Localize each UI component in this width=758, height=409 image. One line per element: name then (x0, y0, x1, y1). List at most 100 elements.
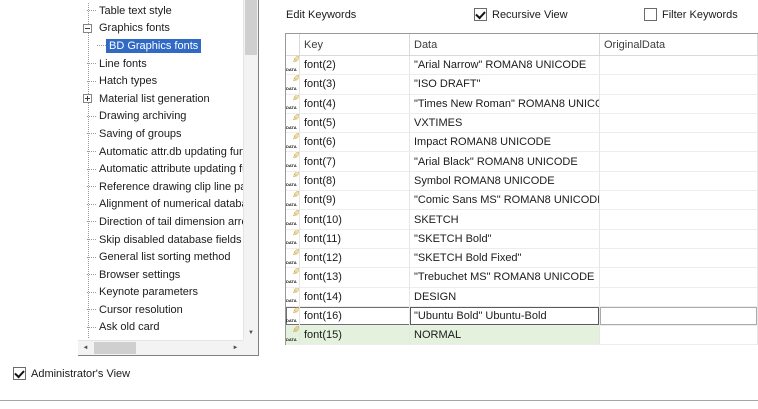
tree-item-label[interactable]: Alignment of numerical databas (96, 197, 243, 211)
row-icon-cell[interactable]: DATA ✎ (286, 326, 300, 345)
tree-item[interactable]: Automatic attribute updating fu (78, 160, 243, 178)
tree-item[interactable]: Cursor resolution (78, 301, 243, 319)
scroll-down-button[interactable]: ▼ (244, 325, 258, 340)
column-header-data[interactable]: Data (410, 34, 600, 56)
tree-item[interactable]: Alignment of numerical databas (78, 196, 243, 214)
tree-item-label[interactable]: Hatch types (96, 74, 160, 88)
data-cell[interactable]: "Ubuntu Bold" Ubuntu-Bold (410, 307, 600, 326)
row-icon-cell[interactable]: DATA ✎ (286, 56, 300, 75)
tree-twisty[interactable] (82, 319, 96, 337)
tree-item[interactable]: Graphics fonts (78, 20, 243, 38)
row-icon-cell[interactable]: DATA ✎ (286, 191, 300, 210)
row-icon-cell[interactable]: DATA ✎ (286, 307, 300, 326)
table-row[interactable]: DATA ✎ font(7) "Arial Black" ROMAN8 UNIC… (286, 152, 758, 171)
tree-item[interactable]: Saving of groups (78, 125, 243, 143)
tree-twisty[interactable] (82, 2, 96, 20)
administrators-view-row[interactable]: Administrator's View (13, 367, 130, 380)
tree-item-label[interactable]: Cursor resolution (96, 303, 186, 317)
edit-data-icon[interactable]: DATA ✎ (286, 251, 299, 266)
table-row[interactable]: DATA ✎ font(2) "Arial Narrow" ROMAN8 UNI… (286, 56, 758, 75)
data-cell[interactable]: Impact ROMAN8 UNICODE (410, 133, 600, 152)
key-cell[interactable]: font(11) (300, 230, 410, 249)
edit-data-icon[interactable]: DATA ✎ (286, 270, 299, 285)
table-row[interactable]: DATA ✎ font(3) "ISO DRAFT" (286, 75, 758, 94)
data-cell[interactable]: NORMAL (410, 326, 600, 345)
edit-data-icon[interactable]: DATA ✎ (286, 96, 299, 111)
tree-twisty[interactable] (82, 108, 96, 126)
edit-data-icon[interactable]: DATA ✎ (286, 212, 299, 227)
tree-item-label[interactable]: Drawing archiving (96, 109, 189, 123)
key-cell[interactable]: font(5) (300, 114, 410, 133)
tree-item[interactable]: Reference drawing clip line para (78, 178, 243, 196)
edit-data-icon[interactable]: DATA ✎ (286, 309, 299, 324)
tree-item-label[interactable]: Saving of groups (96, 127, 185, 141)
originaldata-cell[interactable] (600, 268, 758, 287)
tree-item-label[interactable]: Skip disabled database fields (96, 233, 243, 247)
originaldata-cell[interactable] (600, 172, 758, 191)
table-row[interactable]: DATA ✎ font(8) Symbol ROMAN8 UNICODE (286, 172, 758, 191)
originaldata-cell[interactable] (600, 230, 758, 249)
tree-twisty[interactable] (82, 55, 96, 73)
row-icon-cell[interactable]: DATA ✎ (286, 114, 300, 133)
recursive-view-row[interactable]: Recursive View (474, 8, 568, 21)
data-cell[interactable]: "Arial Black" ROMAN8 UNICODE (410, 152, 600, 171)
key-cell[interactable]: font(10) (300, 210, 410, 229)
tree-twisty[interactable] (82, 178, 96, 196)
tree-item-label[interactable]: Keynote parameters (96, 285, 201, 299)
originaldata-cell[interactable] (600, 307, 758, 326)
key-cell[interactable]: font(2) (300, 56, 410, 75)
row-icon-cell[interactable]: DATA ✎ (286, 152, 300, 171)
tree-item[interactable]: Drawing archiving (78, 108, 243, 126)
expand-collapse-icon[interactable] (83, 94, 92, 103)
tree-item-label[interactable]: Graphics fonts (96, 21, 173, 35)
tree-twisty[interactable] (82, 125, 96, 143)
originaldata-cell[interactable] (600, 133, 758, 152)
originaldata-cell[interactable] (600, 95, 758, 114)
key-cell[interactable]: font(4) (300, 95, 410, 114)
data-cell[interactable]: "Trebuchet MS" ROMAN8 UNICODE (410, 268, 600, 287)
tree-item[interactable]: Keynote parameters (78, 284, 243, 302)
column-header-key[interactable]: Key (300, 34, 410, 56)
data-cell[interactable]: VXTIMES (410, 114, 600, 133)
tree-item[interactable]: Line fonts (78, 55, 243, 73)
tree-horizontal-scrollbar[interactable]: ◄ ► (78, 340, 243, 355)
tree-twisty[interactable] (82, 196, 96, 214)
table-row[interactable]: DATA ✎ font(10) SKETCH (286, 210, 758, 229)
tree-item-label[interactable]: Ask old card (96, 320, 163, 334)
table-row[interactable]: DATA ✎ font(9) "Comic Sans MS" ROMAN8 UN… (286, 191, 758, 210)
column-header-originaldata[interactable]: OriginalData (600, 34, 758, 56)
originaldata-cell[interactable] (600, 326, 758, 345)
key-cell[interactable]: font(13) (300, 268, 410, 287)
tree-item[interactable]: Table text style (78, 2, 243, 20)
tree-item[interactable]: Direction of tail dimension arrow (78, 213, 243, 231)
tree-twisty[interactable] (82, 213, 96, 231)
table-row[interactable]: DATA ✎ font(6) Impact ROMAN8 UNICODE (286, 133, 758, 152)
scroll-right-button[interactable]: ► (228, 341, 243, 355)
table-row[interactable]: DATA ✎ font(14) DESIGN (286, 288, 758, 307)
tree-item[interactable]: Hatch types (78, 72, 243, 90)
tree-item-label[interactable]: Direction of tail dimension arrow (96, 215, 243, 229)
data-cell[interactable]: "SKETCH Bold" (410, 230, 600, 249)
originaldata-cell[interactable] (600, 288, 758, 307)
tree-item-label[interactable]: Reference drawing clip line para (96, 180, 243, 194)
tree-twisty[interactable] (82, 143, 96, 161)
row-icon-cell[interactable]: DATA ✎ (286, 230, 300, 249)
table-row[interactable]: DATA ✎ font(13) "Trebuchet MS" ROMAN8 UN… (286, 268, 758, 287)
expand-collapse-icon[interactable] (83, 24, 92, 33)
originaldata-cell[interactable] (600, 114, 758, 133)
data-cell[interactable]: "ISO DRAFT" (410, 75, 600, 94)
tree-twisty[interactable] (82, 284, 96, 302)
tree-item[interactable]: BD Graphics fonts (78, 37, 243, 55)
edit-data-icon[interactable]: DATA ✎ (286, 58, 299, 73)
tree-twisty[interactable] (82, 248, 96, 266)
row-icon-cell[interactable]: DATA ✎ (286, 75, 300, 94)
originaldata-cell[interactable] (600, 56, 758, 75)
tree-item-label[interactable]: Table text style (96, 4, 175, 18)
key-cell[interactable]: font(16) (300, 307, 410, 326)
horizontal-scrollbar-thumb[interactable] (94, 342, 136, 354)
key-cell[interactable]: font(9) (300, 191, 410, 210)
edit-data-icon[interactable]: DATA ✎ (286, 135, 299, 150)
table-row[interactable]: DATA ✎ font(4) "Times New Roman" ROMAN8 … (286, 95, 758, 114)
tree-item[interactable]: Material list generation (78, 90, 243, 108)
originaldata-cell[interactable] (600, 210, 758, 229)
